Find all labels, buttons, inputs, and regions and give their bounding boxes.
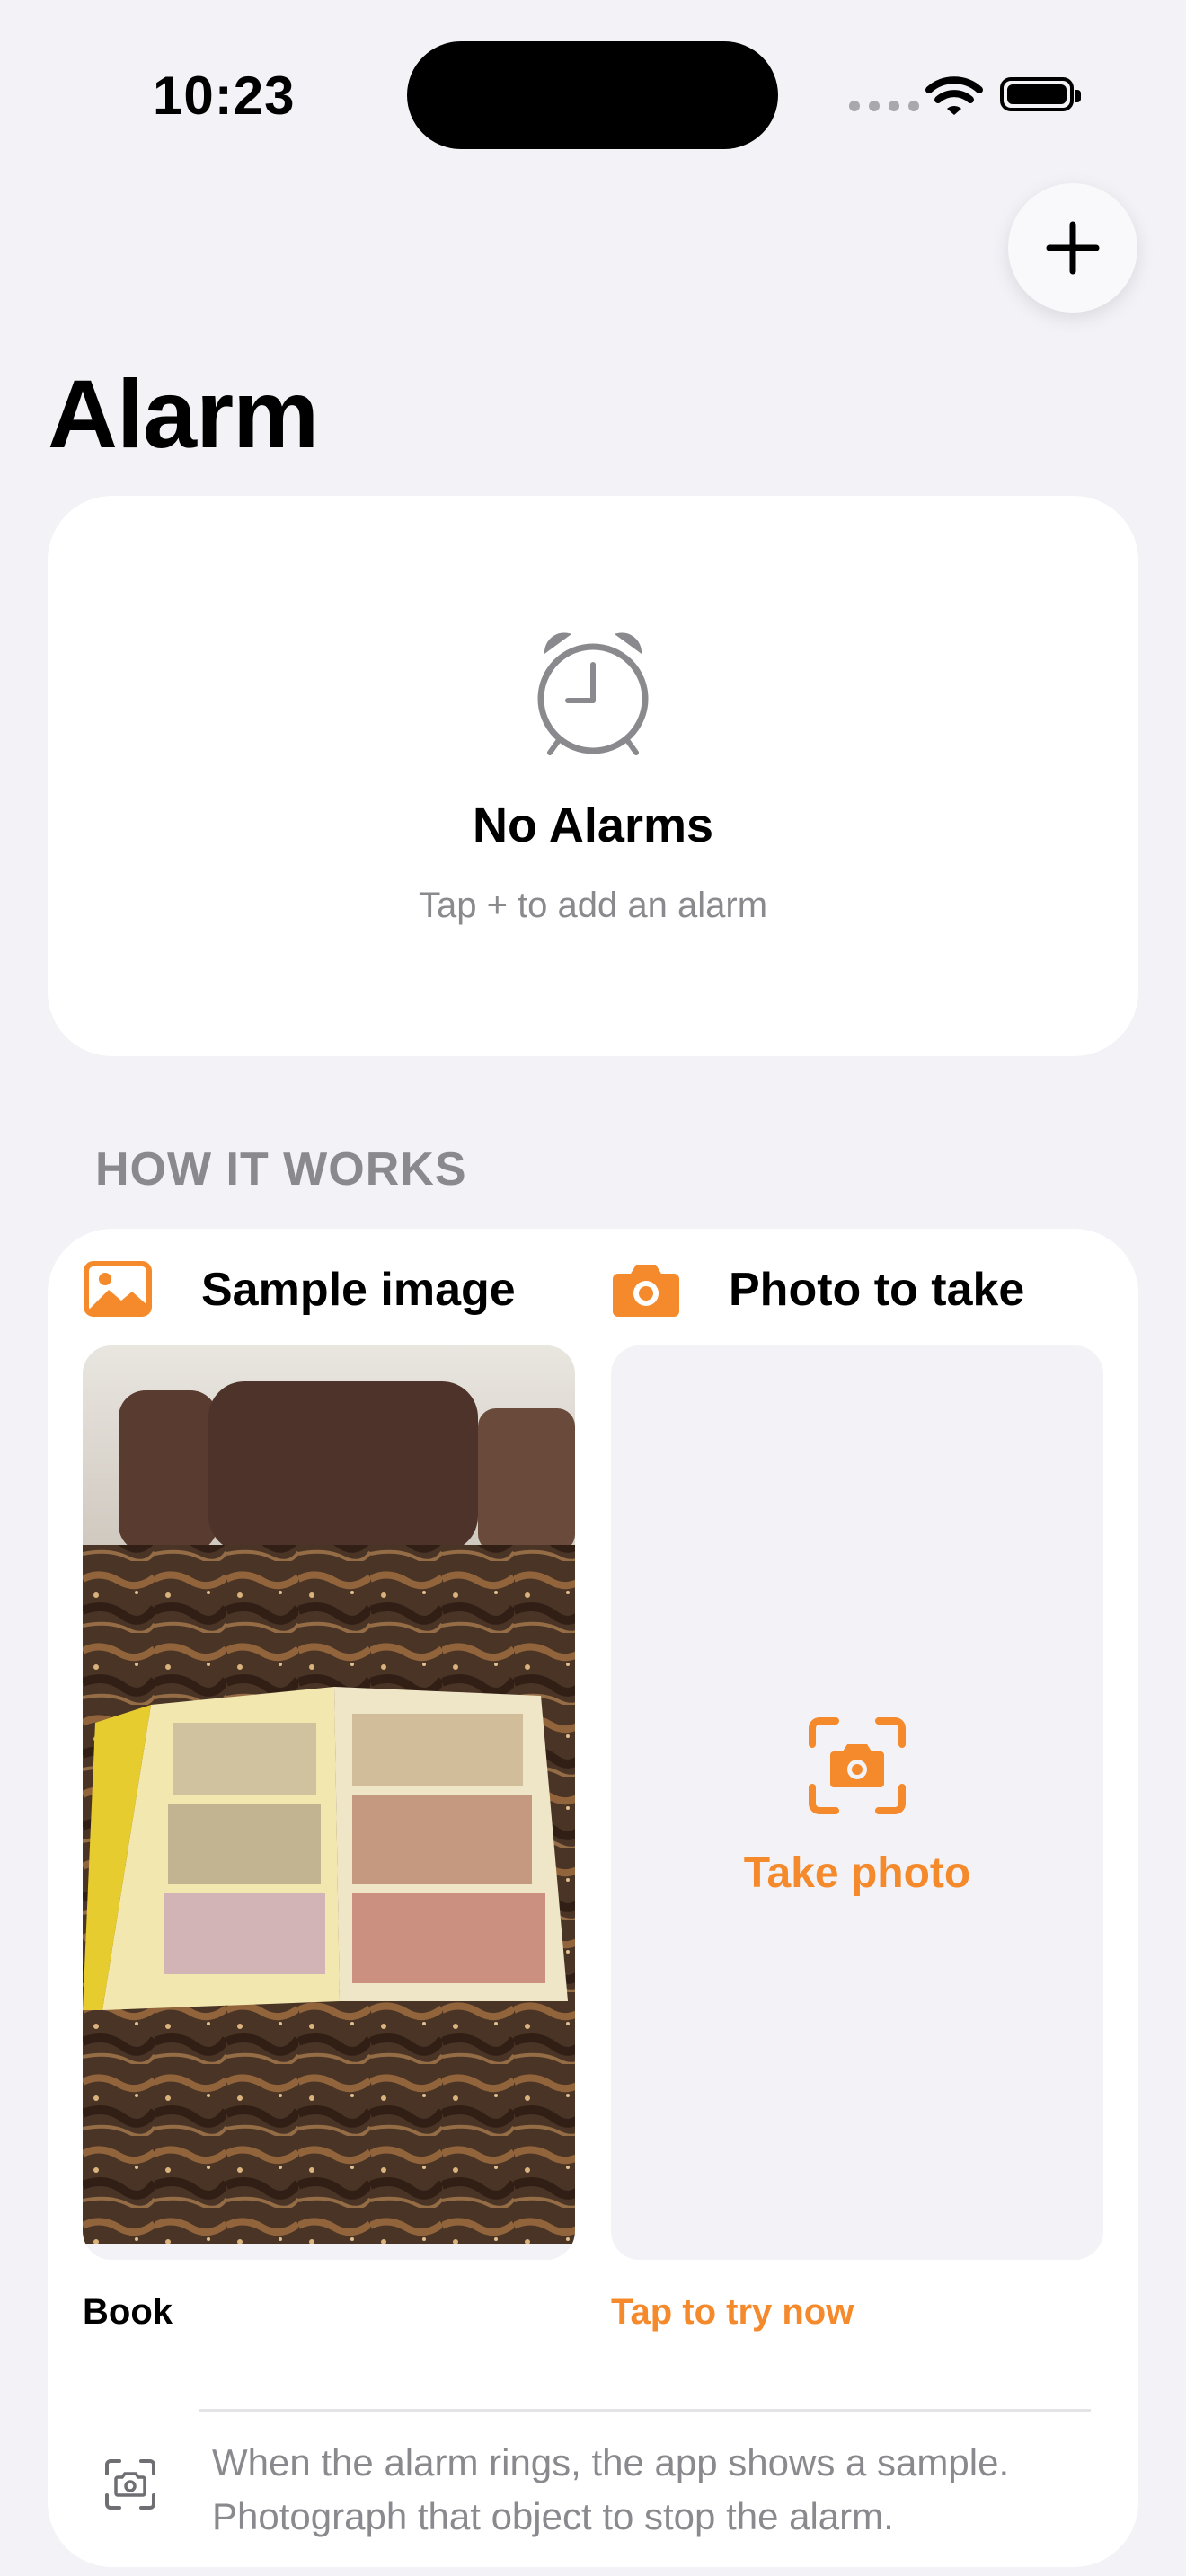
empty-state-subtitle: Tap + to add an alarm	[418, 886, 768, 925]
take-photo-label[interactable]: Take photo	[611, 1848, 1103, 1898]
alarm-clock-icon	[537, 632, 649, 755]
sample-image	[83, 1345, 575, 2260]
sample-image-caption: Book	[83, 2292, 173, 2332]
cellular-signal-icon	[849, 101, 919, 111]
camera-icon	[613, 1265, 679, 1317]
camera-viewfinder-icon	[105, 2459, 155, 2510]
sample-book-photo	[83, 1345, 575, 2244]
photo-to-take-title: Photo to take	[729, 1264, 1025, 1316]
sample-image-title: Sample image	[201, 1264, 516, 1316]
try-now-link[interactable]: Tap to try now	[611, 2292, 854, 2333]
page-title: Alarm	[48, 359, 319, 468]
status-time: 10:23	[153, 66, 296, 126]
wifi-icon	[925, 76, 983, 115]
plus-icon	[1046, 221, 1100, 275]
camera-viewfinder-icon[interactable]	[807, 1716, 907, 1816]
how-it-works-hint: When the alarm rings, the app shows a sa…	[212, 2441, 1010, 2537]
divider	[199, 2409, 1091, 2412]
photo-icon	[84, 1261, 152, 1317]
dynamic-island	[407, 41, 778, 149]
empty-alarms-card	[48, 496, 1138, 1056]
section-header: HOW IT WORKS	[95, 1143, 467, 1195]
add-alarm-button[interactable]	[1008, 183, 1137, 313]
empty-state-title: No Alarms	[472, 798, 714, 852]
battery-icon	[1000, 77, 1081, 111]
